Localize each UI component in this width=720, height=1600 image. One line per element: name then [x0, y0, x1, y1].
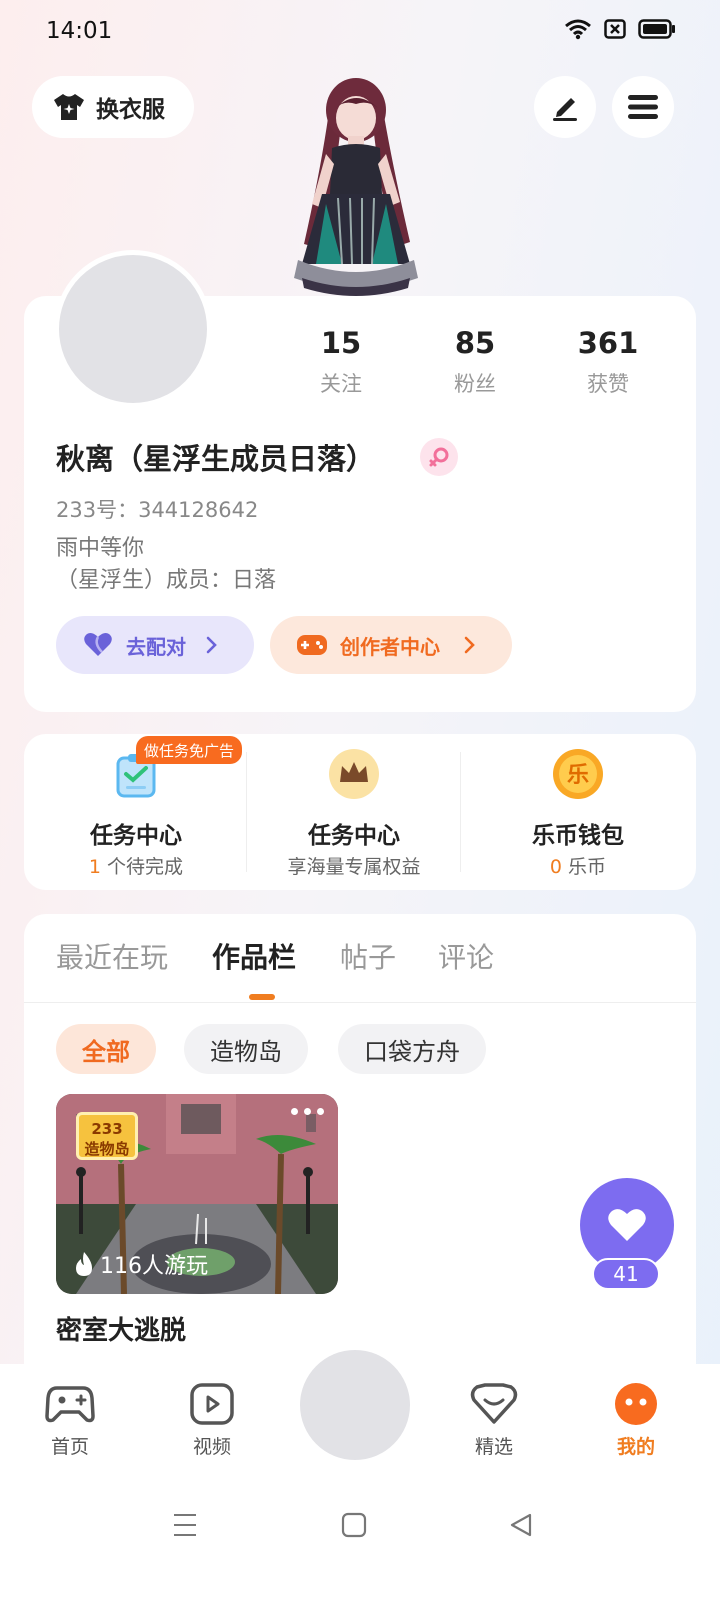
- nav-label: 首页: [50, 1436, 89, 1458]
- pending-count: 1: [88, 856, 102, 878]
- creator-center-label: 创作者中心: [340, 634, 440, 659]
- nav-item-mine[interactable]: 我的: [596, 1382, 676, 1459]
- divider: [460, 752, 461, 872]
- service-task-center[interactable]: 做任务免广告 任务中心 1 个待完成: [24, 734, 248, 890]
- coin-icon: 乐: [553, 749, 603, 799]
- gamepad-icon: [297, 635, 327, 655]
- crown-icon: [329, 749, 379, 799]
- likes-label: 获赞: [587, 372, 629, 396]
- chevron-right-icon: [464, 636, 475, 654]
- service-title: 乐币钱包: [532, 823, 624, 849]
- play-icon: [190, 1383, 234, 1425]
- play-count-text: 116人游玩: [100, 1254, 208, 1279]
- heart-icon: [608, 1209, 646, 1241]
- status-icons: [564, 18, 676, 40]
- tab-posts[interactable]: 帖子: [340, 936, 396, 976]
- likes-count: 361: [577, 326, 639, 360]
- creator-center-button[interactable]: 创作者中心: [270, 616, 512, 674]
- nav-label: 精选: [474, 1436, 513, 1458]
- service-title: 任务中心: [308, 823, 400, 849]
- logo-text-top: 233: [91, 1120, 123, 1138]
- menu-icon: [628, 95, 658, 119]
- flame-icon: [76, 1252, 92, 1276]
- pen-icon: [553, 98, 577, 121]
- coin-glyph: 乐: [567, 763, 589, 788]
- pending-text: 个待完成: [101, 856, 184, 878]
- coin-balance: 0: [549, 856, 563, 878]
- divider: [24, 1002, 696, 1003]
- following-label: 关注: [320, 372, 362, 396]
- fans-label: 粉丝: [454, 372, 496, 396]
- wifi-icon: [565, 19, 591, 40]
- bio-line-2: （星浮生）成员：日落: [56, 568, 277, 593]
- coin-unit: 乐币: [562, 856, 607, 878]
- nav-label: 我的: [616, 1436, 655, 1458]
- chevron-right-icon: [206, 636, 217, 654]
- home-icon[interactable]: [341, 1512, 367, 1538]
- nav-label: 视频: [192, 1436, 231, 1458]
- logo-text-bottom: 造物岛: [84, 1140, 130, 1158]
- service-membership[interactable]: 任务中心 享海量专属权益: [242, 734, 466, 890]
- user-avatar[interactable]: [54, 250, 212, 408]
- system-nav-bar: [0, 1504, 720, 1564]
- status-bar: 14:01: [0, 0, 720, 64]
- service-subtitle: 享海量专属权益: [287, 856, 421, 878]
- bio-line-1: 雨中等你: [56, 536, 145, 561]
- match-label: 去配对: [126, 634, 186, 659]
- more-options-icon[interactable]: [291, 1108, 324, 1115]
- play-count: 116人游玩: [74, 1248, 208, 1280]
- nav-center-avatar[interactable]: [300, 1350, 410, 1460]
- bottom-nav: 首页 视频 精选 我的: [0, 1350, 720, 1600]
- smiley-face-icon: [615, 1383, 657, 1425]
- change-outfit-label: 换衣服: [96, 97, 165, 123]
- edit-profile-button[interactable]: [534, 76, 596, 138]
- female-gender-icon: [420, 438, 458, 476]
- shirt-icon: [54, 94, 84, 120]
- stat-following[interactable]: 15 关注: [286, 326, 396, 398]
- service-subtitle: 0 乐币: [466, 852, 690, 879]
- status-time: 14:01: [46, 18, 113, 44]
- game-title[interactable]: 密室大逃脱: [56, 1310, 186, 1347]
- service-subtitle: 1 个待完成: [24, 852, 248, 879]
- nav-item-home[interactable]: 首页: [30, 1382, 110, 1459]
- user-name: 秋离（星浮生成员日落）: [56, 442, 376, 476]
- sim-off-icon: [604, 19, 626, 39]
- following-count: 15: [320, 326, 362, 360]
- creation-island-logo: 233 造物岛: [76, 1112, 138, 1160]
- like-count: 41: [592, 1258, 660, 1290]
- match-button[interactable]: 去配对: [56, 616, 254, 674]
- user-id: 233号：344128642: [56, 498, 259, 522]
- avatar-character-image[interactable]: [282, 74, 430, 300]
- stat-likes[interactable]: 361 获赞: [553, 326, 663, 398]
- battery-icon: [638, 19, 675, 39]
- active-tab-indicator: [249, 994, 275, 1000]
- gamepad-icon: [45, 1386, 95, 1423]
- service-title: 任务中心: [90, 823, 182, 849]
- filter-pocket-ark[interactable]: 口袋方舟: [338, 1024, 486, 1074]
- game-card-thumbnail[interactable]: 233 造物岛 116人游玩: [56, 1094, 338, 1294]
- remove-ads-badge: 做任务免广告: [136, 736, 243, 764]
- back-icon[interactable]: [508, 1512, 534, 1538]
- profile-card: 15 关注 85 粉丝 361 获赞 秋离（星浮生成员日落） 233号：3441…: [24, 250, 696, 712]
- filter-all[interactable]: 全部: [56, 1024, 156, 1074]
- filter-creation-island[interactable]: 造物岛: [184, 1024, 308, 1074]
- nav-item-featured[interactable]: 精选: [454, 1382, 534, 1459]
- change-outfit-button[interactable]: 换衣服: [32, 76, 194, 138]
- tab-works[interactable]: 作品栏: [212, 936, 296, 976]
- fans-count: 85: [454, 326, 496, 360]
- tab-comments[interactable]: 评论: [438, 936, 494, 976]
- heart-gem-icon: [470, 1383, 518, 1424]
- menu-button[interactable]: [612, 76, 674, 138]
- services-card: 做任务免广告 任务中心 1 个待完成 任务中心 享海量专属权益 乐 乐币钱包 0…: [24, 734, 696, 890]
- stat-fans[interactable]: 85 粉丝: [420, 326, 530, 398]
- nav-item-video[interactable]: 视频: [172, 1382, 252, 1459]
- tab-recently-played[interactable]: 最近在玩: [56, 936, 168, 976]
- service-wallet[interactable]: 乐 乐币钱包 0 乐币: [466, 734, 690, 890]
- heart-pair-icon: [84, 633, 112, 656]
- recent-apps-icon[interactable]: [172, 1512, 198, 1538]
